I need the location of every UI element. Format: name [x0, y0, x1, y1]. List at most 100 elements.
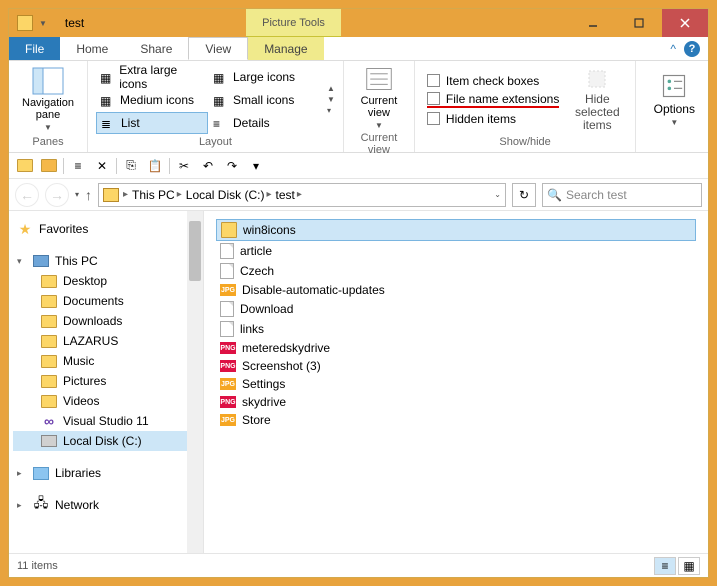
- ribbon-right: ^ ?: [670, 37, 708, 60]
- close-button[interactable]: [662, 9, 708, 37]
- tree-item-music[interactable]: Music: [13, 351, 199, 371]
- file-item[interactable]: PNGScreenshot (3): [216, 357, 696, 375]
- delete-icon[interactable]: ✕: [92, 156, 112, 176]
- file-name: article: [240, 244, 272, 258]
- current-view-label: Current view: [352, 95, 406, 119]
- tab-view[interactable]: View: [188, 37, 248, 60]
- tree-scrollbar[interactable]: [187, 211, 203, 553]
- tree-item-label: Visual Studio 11: [63, 414, 149, 428]
- libraries-icon: [33, 467, 49, 480]
- file-item[interactable]: JPGStore: [216, 411, 696, 429]
- minimize-button[interactable]: [570, 9, 616, 37]
- tree-item-local-disk-c-[interactable]: Local Disk (C:): [13, 431, 199, 451]
- cut-icon[interactable]: ✂: [174, 156, 194, 176]
- nav-pane-label: Navigation pane: [17, 97, 79, 121]
- check-hidden-items[interactable]: Hidden items: [427, 112, 559, 126]
- file-item[interactable]: PNGmeteredskydrive: [216, 339, 696, 357]
- tab-manage[interactable]: Manage: [248, 37, 323, 60]
- tree-item-lazarus[interactable]: LAZARUS: [13, 331, 199, 351]
- file-item[interactable]: Download: [216, 299, 696, 319]
- file-item[interactable]: article: [216, 241, 696, 261]
- file-item[interactable]: Czech: [216, 261, 696, 281]
- context-tab-header[interactable]: Picture Tools: [246, 9, 341, 37]
- check-file-extensions[interactable]: File name extensions: [427, 92, 559, 108]
- forward-button[interactable]: →: [45, 183, 69, 207]
- scrollbar-thumb[interactable]: [189, 221, 201, 281]
- showhide-group-label: Show/hide: [423, 134, 627, 148]
- dropdown-icon[interactable]: ▾: [246, 156, 266, 176]
- folder-icon: [41, 375, 57, 388]
- tree-item-label: Local Disk (C:): [63, 434, 142, 448]
- layout-extra-large[interactable]: ▦Extra large icons: [96, 66, 208, 88]
- grid-icon: ▦: [213, 94, 229, 106]
- address-bar[interactable]: ▸ This PC▸ Local Disk (C:)▸ test▸ ⌄: [98, 183, 506, 207]
- chevron-right-icon[interactable]: ▸: [297, 189, 302, 200]
- layout-scroll-up[interactable]: ▲: [327, 84, 335, 93]
- ribbon: Navigation pane ▼ Panes ▦Extra large ico…: [9, 61, 708, 153]
- layout-large[interactable]: ▦Large icons: [209, 66, 321, 88]
- tree-favorites[interactable]: Favorites: [13, 219, 199, 239]
- new-folder-icon[interactable]: [15, 156, 35, 176]
- back-button[interactable]: ←: [15, 183, 39, 207]
- up-button[interactable]: ↑: [85, 187, 92, 203]
- tree-item-desktop[interactable]: Desktop: [13, 271, 199, 291]
- file-item[interactable]: JPGSettings: [216, 375, 696, 393]
- hide-selected-button[interactable]: Hide selected items: [567, 67, 627, 133]
- file-item[interactable]: JPGDisable-automatic-updates: [216, 281, 696, 299]
- file-name: Settings: [242, 377, 285, 391]
- paste-icon[interactable]: 📋: [145, 156, 165, 176]
- file-item[interactable]: win8icons: [216, 219, 696, 241]
- tab-share[interactable]: Share: [124, 37, 188, 60]
- navigation-pane-button[interactable]: Navigation pane ▼: [17, 67, 79, 132]
- file-name: Store: [242, 413, 271, 427]
- chevron-right-icon[interactable]: ▸: [123, 189, 128, 200]
- checkbox-icon: [427, 74, 440, 87]
- tab-home[interactable]: Home: [60, 37, 124, 60]
- refresh-button[interactable]: ↻: [512, 183, 536, 207]
- tree-item-documents[interactable]: Documents: [13, 291, 199, 311]
- tree-item-downloads[interactable]: Downloads: [13, 311, 199, 331]
- tree-item-videos[interactable]: Videos: [13, 391, 199, 411]
- layout-expand[interactable]: ▾: [327, 106, 335, 115]
- check-item-boxes[interactable]: Item check boxes: [427, 74, 559, 88]
- item-count: 11 items: [17, 560, 58, 572]
- tree-item-pictures[interactable]: Pictures: [13, 371, 199, 391]
- layout-list[interactable]: ≣List: [96, 112, 208, 134]
- file-item[interactable]: links: [216, 319, 696, 339]
- open-icon[interactable]: [39, 156, 59, 176]
- collapse-ribbon-icon[interactable]: ^: [670, 42, 676, 56]
- chevron-right-icon[interactable]: ▸: [177, 189, 182, 200]
- current-view-button[interactable]: Current view ▼: [352, 65, 406, 130]
- down-caret-icon[interactable]: ▼: [39, 19, 47, 28]
- tree-item-label: Desktop: [63, 274, 107, 288]
- properties-icon[interactable]: ≡: [68, 156, 88, 176]
- layout-medium[interactable]: ▦Medium icons: [96, 89, 208, 111]
- tree-item-visual-studio-11[interactable]: Visual Studio 11: [13, 411, 199, 431]
- options-button[interactable]: Options ▼: [644, 72, 704, 127]
- caret-icon: ▾: [17, 256, 27, 267]
- chevron-right-icon[interactable]: ▸: [266, 189, 271, 200]
- file-list[interactable]: win8icons article CzechJPGDisable-automati…: [204, 211, 708, 553]
- tree-network[interactable]: ▸Network: [13, 495, 199, 515]
- layout-details[interactable]: ≡Details: [209, 112, 321, 134]
- details-view-button[interactable]: ≡: [654, 557, 676, 575]
- help-icon[interactable]: ?: [684, 41, 700, 57]
- layout-small[interactable]: ▦Small icons: [209, 89, 321, 111]
- copy-icon[interactable]: ⎘: [121, 156, 141, 176]
- checkbox-icon: [427, 92, 440, 105]
- address-dropdown[interactable]: ⌄: [494, 190, 501, 199]
- checkbox-icon: [427, 112, 440, 125]
- thumbnails-view-button[interactable]: ▦: [678, 557, 700, 575]
- search-input[interactable]: 🔍 Search test: [542, 183, 702, 207]
- tab-file[interactable]: File: [9, 37, 60, 60]
- tree-this-pc[interactable]: ▾This PC: [13, 251, 199, 271]
- undo-icon[interactable]: ↶: [198, 156, 218, 176]
- tree-libraries[interactable]: ▸Libraries: [13, 463, 199, 483]
- file-name: win8icons: [243, 223, 296, 237]
- layout-scroll-down[interactable]: ▼: [327, 95, 335, 104]
- maximize-button[interactable]: [616, 9, 662, 37]
- redo-icon[interactable]: ↷: [222, 156, 242, 176]
- recent-locations-dropdown[interactable]: ▾: [75, 190, 79, 199]
- file-item[interactable]: PNGskydrive: [216, 393, 696, 411]
- chevron-down-icon: ▼: [44, 123, 52, 132]
